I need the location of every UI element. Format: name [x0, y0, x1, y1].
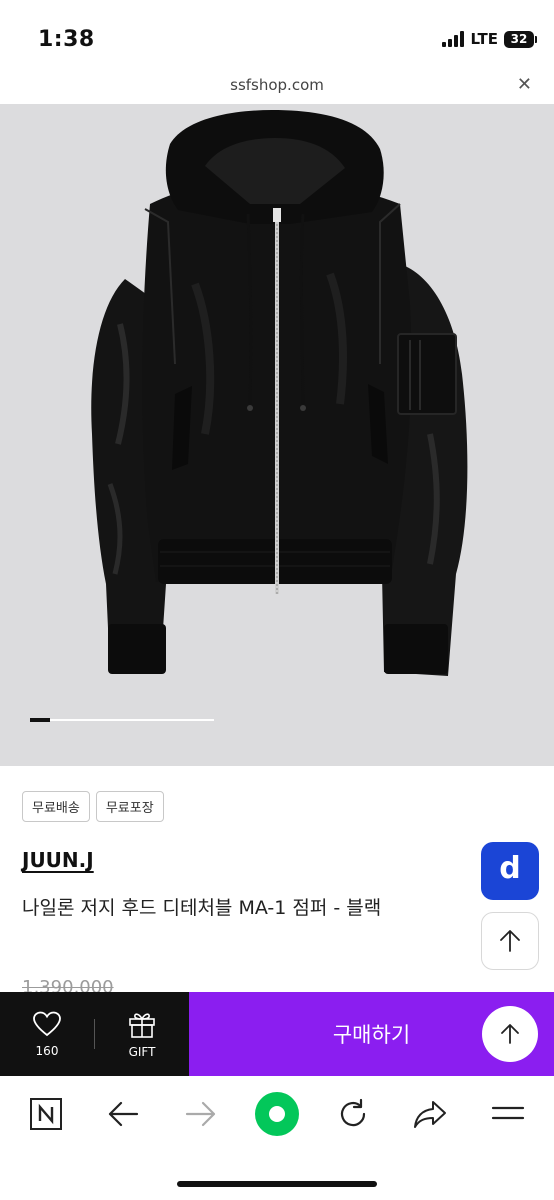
reload-icon [340, 1098, 366, 1127]
tag-free-wrapping: 무료포장 [95, 791, 164, 822]
green-dot-button[interactable] [252, 1092, 302, 1136]
url-text[interactable]: ssfshop.com [0, 76, 554, 94]
tag-free-shipping: 무료배송 [22, 791, 90, 822]
reload-button[interactable] [328, 1092, 378, 1136]
gallery-indicator-fill [30, 718, 51, 722]
forward-arrow-icon [185, 1101, 216, 1127]
scroll-top-button[interactable] [481, 912, 539, 970]
brand-link[interactable]: JUUN.J [22, 848, 94, 872]
gift-button[interactable]: GIFT [95, 992, 189, 1076]
d-app-button[interactable]: d [481, 842, 539, 900]
scroll-up-button[interactable] [482, 1006, 538, 1062]
share-icon [414, 1101, 446, 1128]
url-bar[interactable]: ssfshop.com ✕ [0, 70, 554, 104]
battery-icon: 32 [504, 30, 537, 48]
product-name: 나일론 저지 후드 디테처블 MA-1 점퍼 - 블랙 [22, 897, 382, 919]
like-button[interactable]: 160 [0, 992, 94, 1076]
product-tags: 무료배송 무료포장 [22, 791, 164, 822]
like-count: 160 [35, 1044, 59, 1058]
back-button[interactable] [98, 1092, 148, 1136]
jacket-image [91, 110, 468, 676]
status-bar: 1:38 LTE 32 [0, 0, 554, 70]
green-dot-icon [255, 1092, 299, 1136]
gift-label: GIFT [128, 1045, 156, 1059]
gallery-indicator[interactable] [30, 718, 214, 722]
buy-label: 구매하기 [332, 1023, 411, 1047]
close-icon[interactable]: ✕ [517, 74, 532, 95]
home-indicator[interactable] [177, 1181, 377, 1187]
status-time: 1:38 [38, 27, 95, 52]
purchase-bar: 160 GIFT 구매하기 [0, 992, 554, 1076]
share-button[interactable] [405, 1092, 455, 1136]
naver-home-button[interactable] [21, 1092, 71, 1136]
browser-toolbar [0, 1076, 554, 1200]
arrow-up-icon [501, 1024, 519, 1044]
menu-button[interactable] [483, 1092, 533, 1136]
purchase-bar-left: 160 GIFT [0, 992, 189, 1076]
network-label: LTE [470, 30, 498, 48]
menu-icon [491, 1106, 525, 1120]
heart-icon [33, 1011, 61, 1037]
signal-icon [442, 31, 465, 47]
gift-icon [129, 1013, 155, 1038]
back-arrow-icon [108, 1101, 139, 1127]
naver-n-icon [30, 1098, 62, 1130]
buy-button[interactable]: 구매하기 [189, 992, 554, 1076]
arrow-up-icon [500, 930, 520, 952]
forward-button[interactable] [176, 1092, 226, 1136]
product-image[interactable] [0, 104, 554, 766]
status-indicators: LTE 32 [442, 30, 537, 48]
